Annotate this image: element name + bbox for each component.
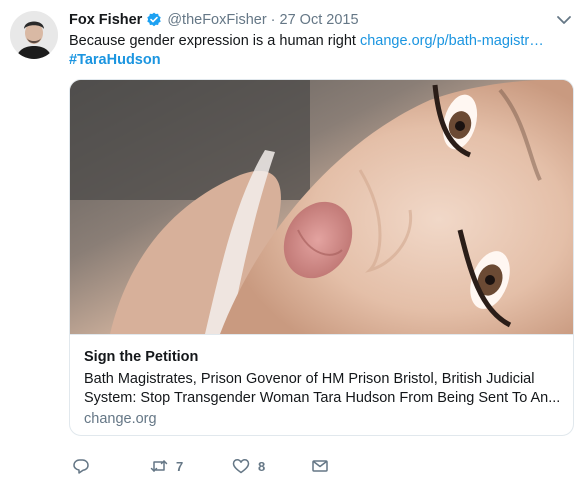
retweet-count: 7 [176, 458, 184, 474]
reply-button[interactable] [72, 456, 90, 476]
heart-icon [232, 459, 250, 474]
author-handle[interactable]: @theFoxFisher [167, 12, 266, 28]
separator-dot: · [270, 12, 276, 28]
like-count: 8 [258, 458, 266, 474]
envelope-icon [312, 460, 328, 472]
avatar[interactable] [10, 11, 58, 59]
card-image[interactable] [70, 80, 573, 334]
hashtag-link[interactable]: #TaraHudson [69, 50, 161, 70]
chevron-down-icon[interactable] [556, 14, 572, 26]
card-description: Bath Magistrates, Prison Govenor of HM P… [84, 370, 559, 408]
card-description-line: System: Stop Transgender Woman Tara Huds… [84, 390, 559, 406]
retweet-icon [150, 460, 168, 472]
avatar-image [10, 11, 58, 59]
author-name[interactable]: Fox Fisher [69, 12, 142, 28]
card-domain: change.org [84, 411, 157, 427]
reply-icon [73, 459, 89, 474]
link-card[interactable]: Sign the Petition Bath Magistrates, Pris… [69, 79, 574, 436]
like-button[interactable]: 8 [232, 456, 265, 476]
tweet-body: Because gender expression is a human rig… [69, 33, 356, 49]
tweet[interactable]: Fox Fisher @theFoxFisher · 27 Oct 2015 B… [0, 0, 583, 483]
tweet-header: Fox Fisher @theFoxFisher · 27 Oct 2015 [69, 10, 359, 30]
card-description-line: Bath Magistrates, Prison Govenor of HM P… [84, 371, 535, 387]
retweet-button[interactable]: 7 [150, 456, 183, 476]
card-body[interactable]: Sign the Petition Bath Magistrates, Pris… [70, 334, 573, 435]
verified-badge-icon [146, 12, 162, 28]
card-title: Sign the Petition [84, 349, 199, 365]
tweet-text: Because gender expression is a human rig… [69, 31, 569, 51]
direct-message-button[interactable] [311, 456, 329, 476]
tweet-link[interactable]: change.org/p/bath-magistr… [360, 33, 544, 49]
tweet-date[interactable]: 27 Oct 2015 [280, 12, 359, 28]
